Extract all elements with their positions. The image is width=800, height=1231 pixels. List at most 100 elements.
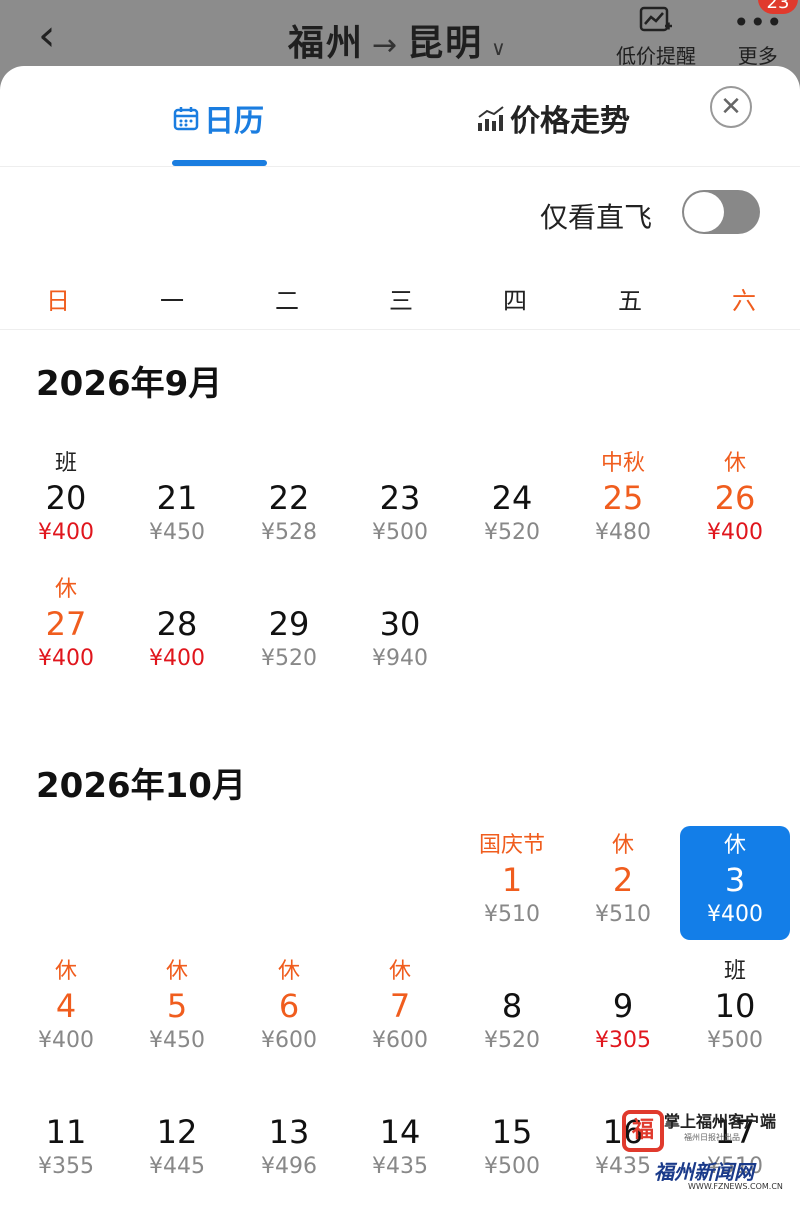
- tab-price-trend[interactable]: 价格走势: [476, 96, 630, 141]
- day-cell[interactable]: 休 2 ¥510: [568, 832, 678, 944]
- day-number: 5: [166, 987, 188, 1025]
- weekday-header: 日 一 二 三 四 五 六: [0, 281, 800, 331]
- route-arrow: →: [372, 28, 400, 63]
- day-tag: [122, 1084, 232, 1112]
- holiday-tag: 休: [611, 833, 634, 858]
- day-number: 6: [278, 987, 300, 1025]
- holiday-tag: 休: [165, 959, 188, 984]
- chevron-down-icon: ∨: [491, 36, 508, 60]
- route-title[interactable]: 福州 → 昆明 ∨: [288, 14, 508, 66]
- day-tag: [457, 1084, 567, 1112]
- calendar-icon: [172, 105, 200, 141]
- day-number: 7: [389, 987, 411, 1025]
- news-logo-icon: 福: [622, 1110, 664, 1152]
- day-tag: [568, 958, 678, 986]
- day-price: ¥400: [707, 520, 763, 545]
- day-price: ¥940: [372, 646, 428, 671]
- day-price: ¥450: [149, 1028, 205, 1053]
- day-price: ¥500: [372, 520, 428, 545]
- day-number: 14: [379, 1113, 421, 1151]
- day-cell[interactable]: 28 ¥400: [122, 576, 232, 688]
- day-cell[interactable]: 21 ¥450: [122, 450, 232, 562]
- day-cell[interactable]: 班 20 ¥400: [11, 450, 121, 562]
- close-icon[interactable]: ✕: [710, 86, 752, 128]
- day-price: ¥528: [261, 520, 317, 545]
- day-number: 9: [612, 987, 634, 1025]
- more-label: 更多: [737, 44, 778, 68]
- calendar-sheet: 日历 价格走势 ✕ 仅看直飞 日 一 二 三 四 五 六 2026年9月 班 20…: [0, 66, 800, 1231]
- day-number: 13: [268, 1113, 310, 1151]
- toggle-knob: [684, 192, 724, 232]
- day-cell[interactable]: 12 ¥445: [122, 1084, 232, 1196]
- day-tag: [234, 576, 344, 604]
- day-cell[interactable]: 休 6 ¥600: [234, 958, 344, 1070]
- day-cell[interactable]: 11 ¥355: [11, 1084, 121, 1196]
- day-cell[interactable]: 国庆节 1 ¥510: [457, 832, 567, 944]
- day-number: 22: [268, 479, 310, 517]
- weekday-sun: 日: [46, 287, 70, 315]
- more-button[interactable]: ••• 更多: [733, 6, 783, 69]
- workday-tag: 班: [723, 959, 746, 984]
- day-cell[interactable]: 23 ¥500: [345, 450, 455, 562]
- day-cell[interactable]: 休 7 ¥600: [345, 958, 455, 1070]
- watermark-site: 福州新闻网: [654, 1160, 754, 1184]
- day-number: 26: [714, 479, 756, 517]
- back-icon[interactable]: ‹: [38, 14, 56, 58]
- watermark-org: 福州日报社出品: [684, 1133, 740, 1142]
- day-cell[interactable]: 班 10 ¥500: [680, 958, 790, 1070]
- day-price: ¥305: [595, 1028, 651, 1053]
- day-tag: [345, 576, 455, 604]
- day-price: ¥400: [38, 646, 94, 671]
- day-number: 24: [491, 479, 533, 517]
- day-cell[interactable]: 29 ¥520: [234, 576, 344, 688]
- day-cell[interactable]: 休 27 ¥400: [11, 576, 121, 688]
- day-cell[interactable]: 休 4 ¥400: [11, 958, 121, 1070]
- holiday-tag: 休: [723, 833, 746, 858]
- day-price: ¥520: [484, 1028, 540, 1053]
- day-price: ¥400: [38, 1028, 94, 1053]
- day-cell[interactable]: 24 ¥520: [457, 450, 567, 562]
- day-number: 3: [724, 861, 746, 899]
- day-number: 4: [55, 987, 77, 1025]
- tab-price-trend-label: 价格走势: [510, 104, 630, 139]
- day-price: ¥510: [484, 902, 540, 927]
- tab-calendar[interactable]: 日历: [172, 96, 264, 141]
- day-cell[interactable]: 中秋 25 ¥480: [568, 450, 678, 562]
- day-cell[interactable]: 14 ¥435: [345, 1084, 455, 1196]
- day-number: 21: [156, 479, 198, 517]
- month-title-sep: 2026年9月: [36, 364, 223, 404]
- direct-only-label: 仅看直飞: [540, 201, 653, 234]
- day-cell[interactable]: 13 ¥496: [234, 1084, 344, 1196]
- day-cell[interactable]: 8 ¥520: [457, 958, 567, 1070]
- weekday-sat: 六: [732, 287, 756, 315]
- day-price: ¥500: [484, 1154, 540, 1179]
- holiday-tag: 中秋: [600, 451, 645, 476]
- low-price-alert-button[interactable]: 低价提醒: [616, 6, 696, 69]
- trend-chart-icon: [476, 105, 506, 141]
- day-price: ¥445: [149, 1154, 205, 1179]
- day-price: ¥600: [261, 1028, 317, 1053]
- day-tag: [345, 450, 455, 478]
- day-cell[interactable]: 9 ¥305: [568, 958, 678, 1070]
- day-number: 10: [714, 987, 756, 1025]
- month-title-oct: 2026年10月: [36, 766, 246, 806]
- day-number: 27: [45, 605, 87, 643]
- direct-only-toggle[interactable]: [682, 190, 760, 234]
- day-cell[interactable]: 22 ¥528: [234, 450, 344, 562]
- day-number: 2: [612, 861, 634, 899]
- day-tag: [234, 450, 344, 478]
- day-cell[interactable]: 休 26 ¥400: [680, 450, 790, 562]
- day-price: ¥450: [149, 520, 205, 545]
- day-cell[interactable]: 30 ¥940: [345, 576, 455, 688]
- day-price: ¥355: [38, 1154, 94, 1179]
- day-cell[interactable]: 休 5 ¥450: [122, 958, 232, 1070]
- day-number: 23: [379, 479, 421, 517]
- day-price: ¥520: [484, 520, 540, 545]
- divider: [0, 166, 800, 167]
- day-tag: [234, 1084, 344, 1112]
- day-number: 12: [156, 1113, 198, 1151]
- price-alert-icon: [616, 6, 696, 40]
- day-cell[interactable]: 15 ¥500: [457, 1084, 567, 1196]
- selected-day-cell[interactable]: 休 3 ¥400: [680, 826, 790, 940]
- day-number: 11: [45, 1113, 87, 1151]
